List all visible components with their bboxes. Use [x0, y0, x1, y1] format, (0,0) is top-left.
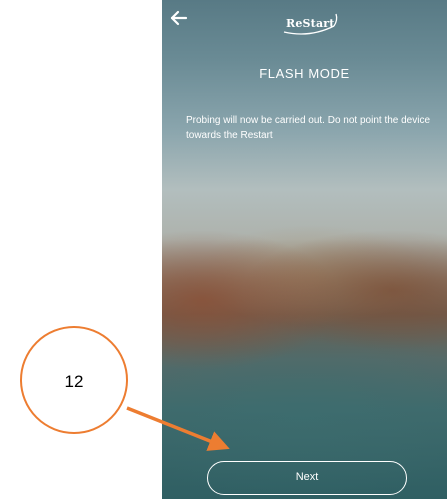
- logo-swoosh: [283, 13, 338, 35]
- restart-logo: ReStart: [282, 12, 342, 38]
- page: ReStart FLASH MODE Probing will now be c…: [0, 0, 447, 499]
- back-arrow-icon[interactable]: [170, 10, 188, 26]
- callout-arrow-icon: [126, 406, 230, 451]
- next-button[interactable]: Next: [207, 461, 407, 495]
- step-callout: 12: [20, 326, 128, 434]
- instruction-text: Probing will now be carried out. Do not …: [186, 115, 431, 141]
- step-number: 12: [64, 372, 84, 391]
- top-bar: ReStart: [162, 0, 447, 40]
- page-title: FLASH MODE: [259, 66, 350, 81]
